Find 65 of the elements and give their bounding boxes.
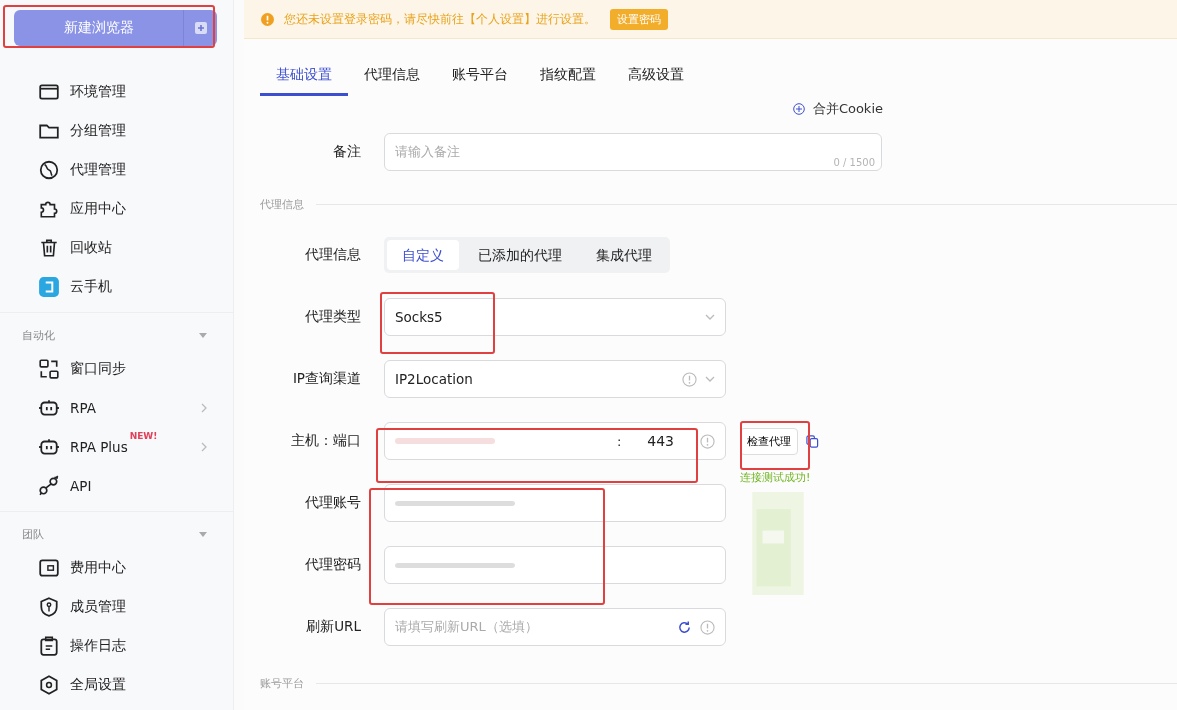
wallet-icon (38, 556, 60, 579)
field-label: 代理类型 (304, 308, 361, 326)
field-label: 刷新URL (305, 618, 361, 636)
import-button[interactable] (183, 10, 217, 46)
copy-icon[interactable] (806, 434, 819, 448)
merge-cookie-link[interactable]: 合并Cookie (792, 100, 883, 118)
sidebar-item[interactable]: 环境管理 (0, 72, 233, 111)
select-field[interactable]: Socks5 (384, 298, 726, 336)
plus-icon (194, 22, 207, 34)
segment-option[interactable]: 已添加的代理 (463, 240, 577, 270)
text-field[interactable] (384, 484, 726, 522)
caret-icon[interactable] (199, 531, 207, 537)
new-label: NEW! (129, 431, 158, 441)
sync-icon (38, 357, 60, 380)
annotation-box (740, 421, 810, 470)
field-label: IP查询渠道 (291, 370, 361, 388)
sidebar-item[interactable]: 代理管理 (0, 150, 233, 189)
field-label: 主机：端口 (290, 432, 361, 450)
sidebar-item[interactable]: 操作日志 (0, 626, 233, 665)
info-icon (700, 619, 715, 635)
chevron-down-icon (705, 314, 715, 320)
tab[interactable]: 高级设置 (612, 56, 700, 96)
sidebar-item[interactable]: 云手机 (0, 267, 233, 306)
field-label: 代理账号 (304, 494, 361, 512)
info-icon (700, 433, 715, 449)
tab[interactable]: 代理信息 (348, 56, 436, 96)
check-proxy-button[interactable]: 检查代理 (740, 427, 798, 455)
host-port-field[interactable]: : 443 (384, 422, 726, 460)
section-title: 自动化 (22, 327, 55, 343)
select-field[interactable]: IP2Location (384, 360, 726, 398)
field-label: 代理信息 (304, 246, 361, 264)
segment-option[interactable]: 集成代理 (581, 240, 667, 270)
sidebar-item[interactable]: 分组管理 (0, 111, 233, 150)
notice-text: 您还未设置登录密码，请尽快前往【个人设置】进行设置。 (284, 10, 596, 28)
plus-circle-icon (792, 103, 805, 115)
caret-icon[interactable] (199, 332, 207, 338)
sidebar-item[interactable]: 应用中心 (0, 189, 233, 228)
sidebar-item[interactable]: RPA (0, 388, 233, 427)
warning-icon (261, 12, 274, 26)
chevron-down-icon (705, 376, 715, 382)
field-label: 备注 (332, 143, 361, 161)
sidebar-item[interactable]: API (0, 466, 233, 505)
sidebar-item[interactable]: 窗口同步 (0, 349, 233, 388)
success-message: 连接测试成功! (740, 469, 811, 485)
tab[interactable]: 指纹配置 (524, 56, 612, 96)
segment-option[interactable]: 自定义 (387, 240, 459, 270)
section-title: 代理信息 (260, 197, 304, 212)
sidebar-item[interactable]: 全局设置 (0, 665, 233, 704)
phone-icon (38, 275, 60, 298)
field-label: 代理密码 (304, 556, 361, 574)
shield-icon (38, 595, 60, 618)
text-field[interactable] (384, 546, 726, 584)
sidebar-item[interactable]: 回收站 (0, 228, 233, 267)
section-title: 团队 (22, 526, 44, 542)
hexagon-icon (38, 673, 60, 696)
tab[interactable]: 账号平台 (436, 56, 524, 96)
sidebar-item[interactable]: 成员管理 (0, 587, 233, 626)
section-title: 账号平台 (260, 676, 304, 691)
plug-icon (38, 474, 60, 497)
refresh-icon[interactable] (677, 619, 692, 635)
clipboard-icon (38, 634, 60, 657)
sidebar-item[interactable]: 费用中心 (0, 548, 233, 587)
character-counter: 0 / 1500 (833, 157, 875, 168)
tab[interactable]: 基础设置 (260, 56, 348, 96)
trash-icon (38, 236, 60, 259)
